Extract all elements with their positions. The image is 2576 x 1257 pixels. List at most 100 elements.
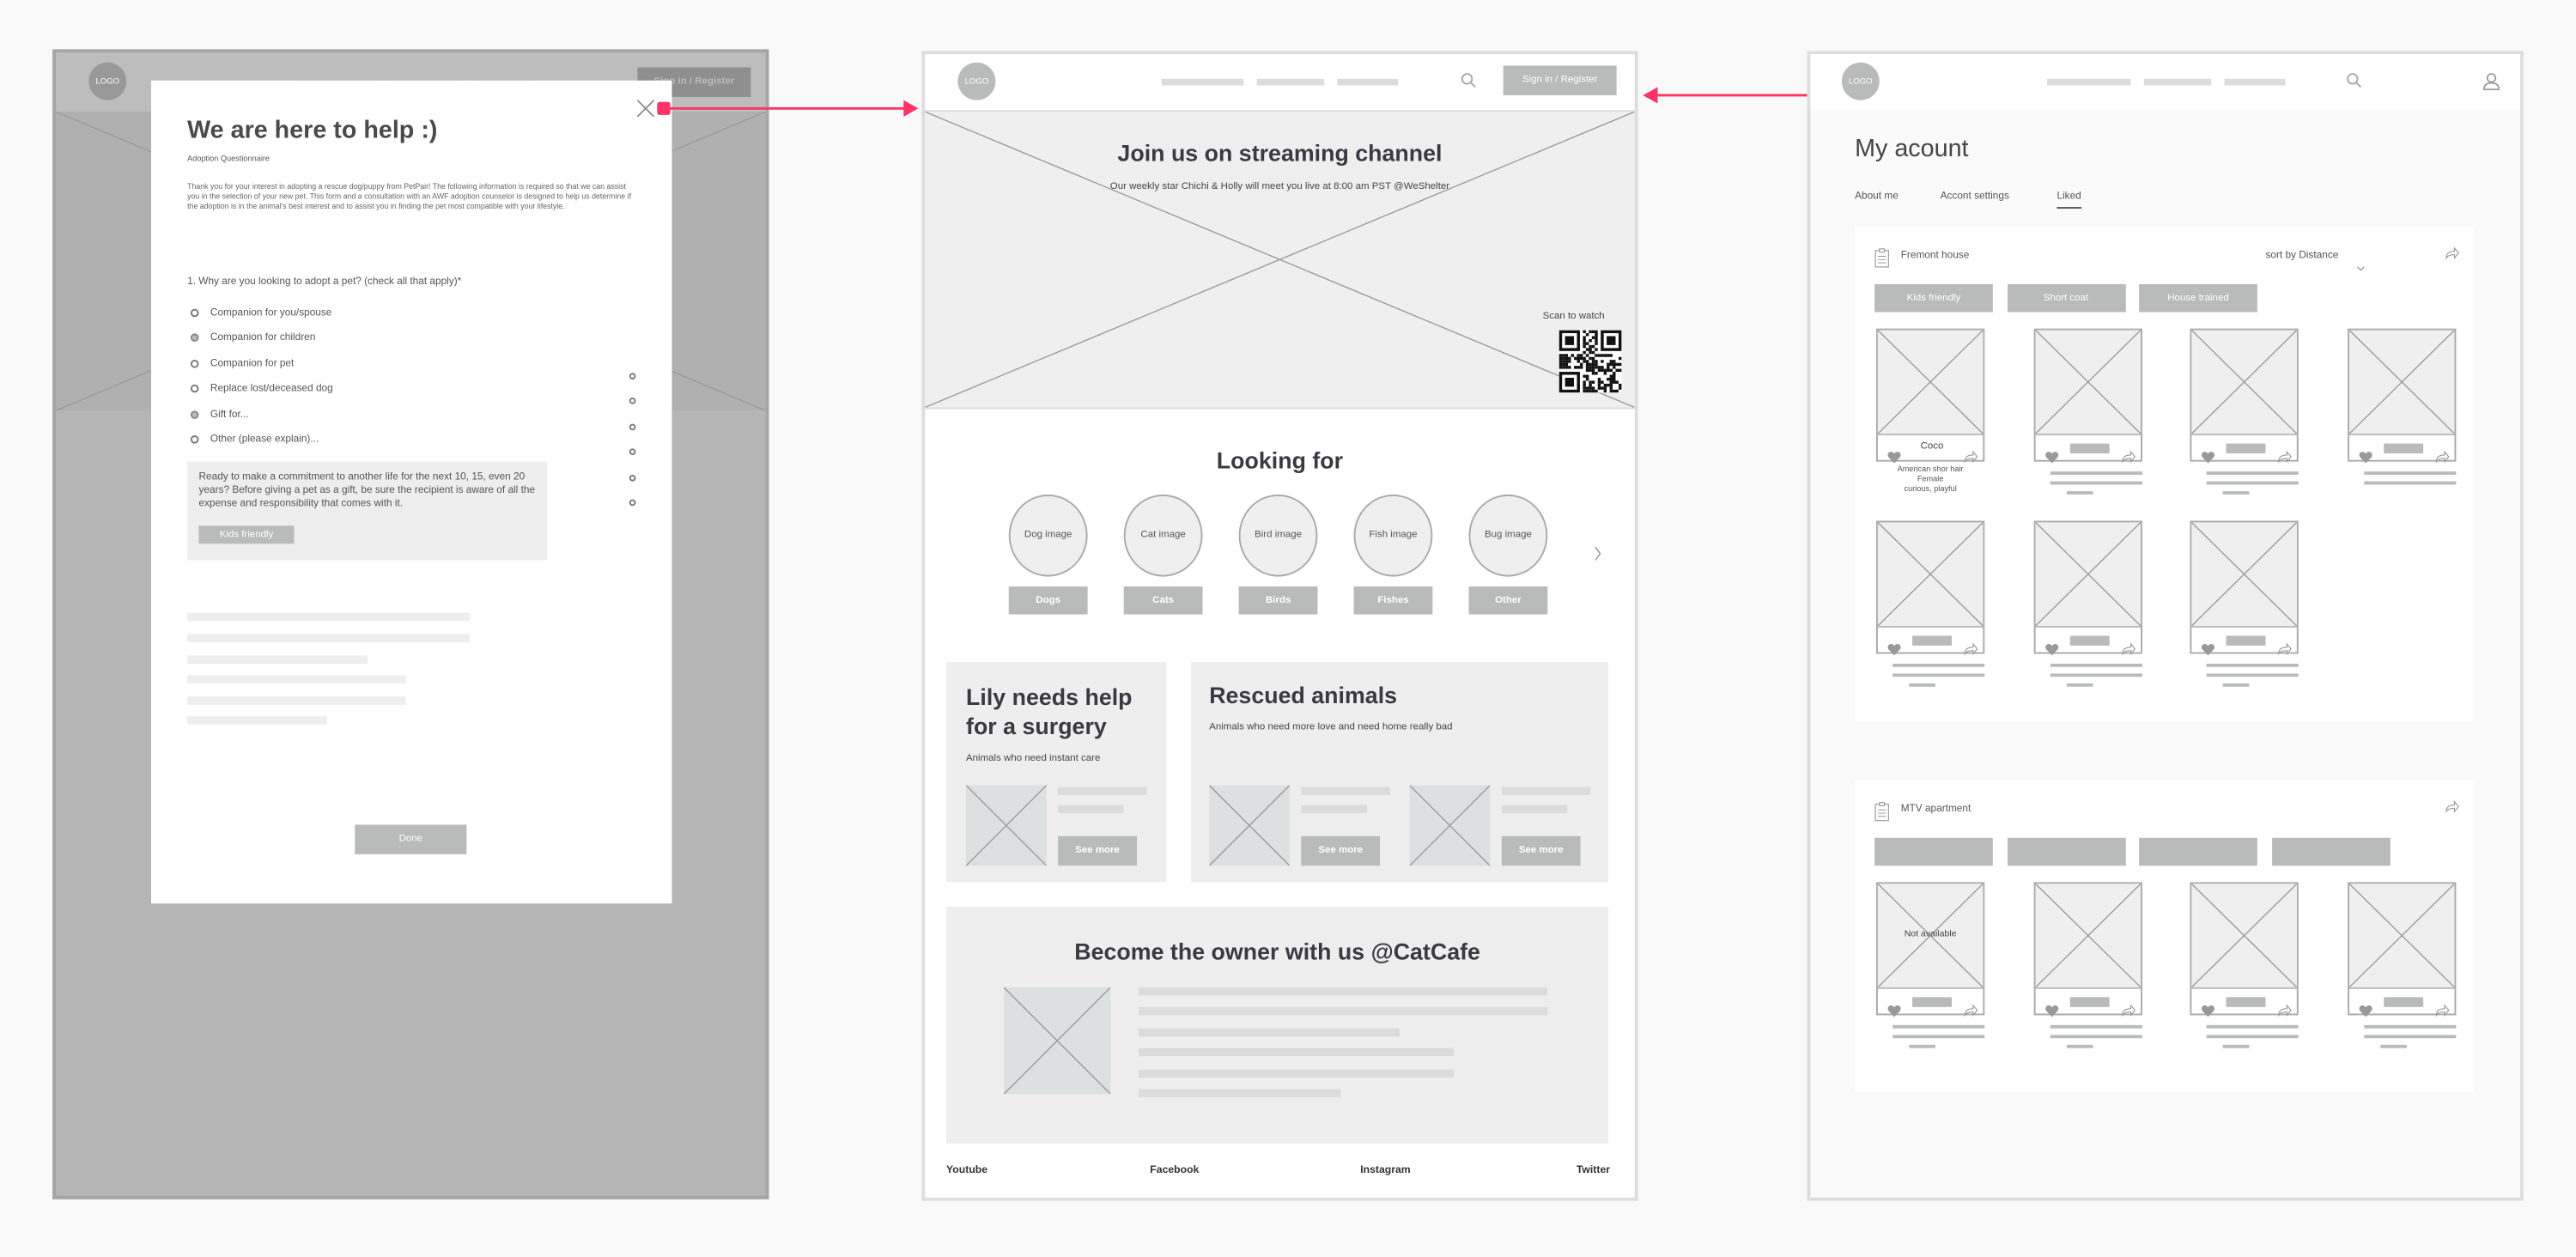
- option-radio[interactable]: [190, 308, 199, 318]
- pet-image-placeholder[interactable]: [2191, 330, 2297, 436]
- logo[interactable]: LOGO: [957, 62, 996, 100]
- category-button[interactable]: Dogs: [1008, 586, 1088, 615]
- category-button[interactable]: Birds: [1238, 586, 1318, 615]
- tab-liked[interactable]: Liked: [2057, 191, 2081, 209]
- heart-icon[interactable]: [2359, 442, 2372, 471]
- option-radio[interactable]: [190, 385, 199, 393]
- share-icon[interactable]: [2277, 442, 2292, 471]
- pet-image-placeholder[interactable]: [2191, 522, 2297, 628]
- filter-chip[interactable]: House trained: [2139, 284, 2257, 313]
- share-icon[interactable]: [2435, 995, 2450, 1024]
- option-radio[interactable]: [190, 435, 199, 444]
- pet-card[interactable]: [2033, 882, 2142, 1017]
- option-radio[interactable]: [190, 359, 199, 368]
- nav-item[interactable]: [1161, 78, 1244, 86]
- pet-card[interactable]: [2190, 882, 2299, 1017]
- heart-icon[interactable]: [2045, 635, 2059, 664]
- share-icon[interactable]: [2121, 995, 2136, 1024]
- see-more-button[interactable]: See more: [1501, 835, 1581, 866]
- pet-image-placeholder[interactable]: [1877, 522, 1984, 628]
- pet-image-placeholder[interactable]: [2035, 330, 2142, 436]
- pet-card[interactable]: Coco: [1875, 328, 1985, 464]
- option-label[interactable]: Replace lost/deceased dog: [210, 383, 333, 394]
- heart-icon[interactable]: [1887, 995, 1901, 1024]
- footer-link-facebook[interactable]: Facebook: [1150, 1165, 1199, 1176]
- category-image[interactable]: Cat image: [1123, 494, 1203, 577]
- pet-card[interactable]: [2348, 328, 2457, 464]
- share-icon[interactable]: [2445, 238, 2460, 267]
- heart-icon[interactable]: [2359, 995, 2372, 1024]
- pet-card[interactable]: [2033, 520, 2142, 656]
- footer-link-instagram[interactable]: Instagram: [1360, 1165, 1410, 1176]
- footer-link-twitter[interactable]: Twitter: [1577, 1165, 1610, 1176]
- search-icon[interactable]: [2346, 72, 2362, 88]
- share-icon[interactable]: [2277, 635, 2292, 664]
- pet-image-placeholder[interactable]: [2035, 522, 2142, 628]
- heart-icon[interactable]: [2045, 995, 2059, 1024]
- category-button[interactable]: Other: [1468, 586, 1548, 615]
- category-image[interactable]: Bird image: [1238, 494, 1318, 577]
- category-button[interactable]: Cats: [1123, 586, 1203, 615]
- pet-card[interactable]: [1875, 520, 1985, 656]
- pet-image-placeholder[interactable]: [2349, 884, 2455, 989]
- nav-item[interactable]: [1256, 78, 1325, 86]
- pet-card[interactable]: [2190, 328, 2299, 464]
- option-radio[interactable]: [190, 334, 199, 343]
- heart-icon[interactable]: [2201, 995, 2215, 1024]
- pet-card[interactable]: Not available: [1875, 882, 1985, 1017]
- pet-image-placeholder[interactable]: [2349, 330, 2455, 436]
- done-button[interactable]: Done: [355, 824, 467, 854]
- tab-about-me[interactable]: About me: [1855, 191, 1899, 202]
- pet-card[interactable]: [2348, 882, 2457, 1017]
- pet-image-placeholder[interactable]: [2191, 884, 2297, 989]
- share-icon[interactable]: [2277, 995, 2292, 1024]
- share-icon[interactable]: [2121, 442, 2136, 471]
- user-icon[interactable]: [2482, 72, 2500, 91]
- pet-card[interactable]: [2033, 328, 2142, 464]
- logo[interactable]: LOGO: [1841, 62, 1880, 100]
- sign-in-button[interactable]: Sign in / Register: [1503, 65, 1617, 95]
- qr-code[interactable]: [1558, 330, 1622, 393]
- see-more-button[interactable]: See more: [1058, 835, 1138, 866]
- pet-image-placeholder[interactable]: [2035, 884, 2142, 989]
- close-icon[interactable]: [635, 97, 655, 118]
- scroll-dot[interactable]: [629, 373, 636, 380]
- scroll-dot[interactable]: [629, 474, 636, 481]
- see-more-button[interactable]: See more: [1301, 835, 1381, 866]
- share-icon[interactable]: [2121, 635, 2136, 664]
- option-label[interactable]: Companion for children: [210, 332, 315, 343]
- category-image[interactable]: Dog image: [1008, 494, 1088, 577]
- category-image[interactable]: Bug image: [1468, 494, 1548, 577]
- filter-chip[interactable]: [2271, 837, 2390, 866]
- chevron-right-icon[interactable]: [1594, 545, 1603, 562]
- share-icon[interactable]: [2445, 792, 2460, 821]
- option-radio[interactable]: [190, 410, 199, 419]
- option-label[interactable]: Gift for...: [210, 409, 249, 420]
- filter-chip[interactable]: Short coat: [2007, 284, 2125, 313]
- tab-accont-settings[interactable]: Accont settings: [1941, 191, 2009, 202]
- heart-icon[interactable]: [2201, 442, 2215, 471]
- heart-icon[interactable]: [2045, 442, 2059, 471]
- search-icon[interactable]: [1461, 72, 1477, 88]
- kids-friendly-button[interactable]: Kids friendly: [198, 525, 295, 544]
- scroll-dot[interactable]: [629, 398, 636, 405]
- sort-dropdown[interactable]: sort by Distance: [2265, 250, 2338, 261]
- share-icon[interactable]: [1963, 995, 1978, 1024]
- chevron-down-icon[interactable]: [2356, 252, 2366, 281]
- filter-chip[interactable]: Kids friendly: [1874, 284, 1993, 313]
- heart-icon[interactable]: [2201, 635, 2215, 664]
- share-icon[interactable]: [1963, 635, 1978, 664]
- scroll-dot[interactable]: [629, 423, 636, 430]
- pet-image-placeholder[interactable]: [1877, 330, 1984, 436]
- scroll-dot[interactable]: [629, 499, 636, 507]
- nav-item[interactable]: [2224, 78, 2286, 86]
- heart-icon[interactable]: [1887, 635, 1901, 664]
- option-label[interactable]: Companion for you/spouse: [210, 307, 331, 319]
- nav-item[interactable]: [2143, 78, 2212, 86]
- nav-item[interactable]: [2046, 78, 2131, 86]
- category-image[interactable]: Fish image: [1353, 494, 1433, 577]
- filter-chip[interactable]: [1874, 837, 1993, 866]
- nav-item[interactable]: [1337, 78, 1399, 86]
- pet-card[interactable]: [2190, 520, 2299, 656]
- scroll-dot[interactable]: [629, 448, 636, 456]
